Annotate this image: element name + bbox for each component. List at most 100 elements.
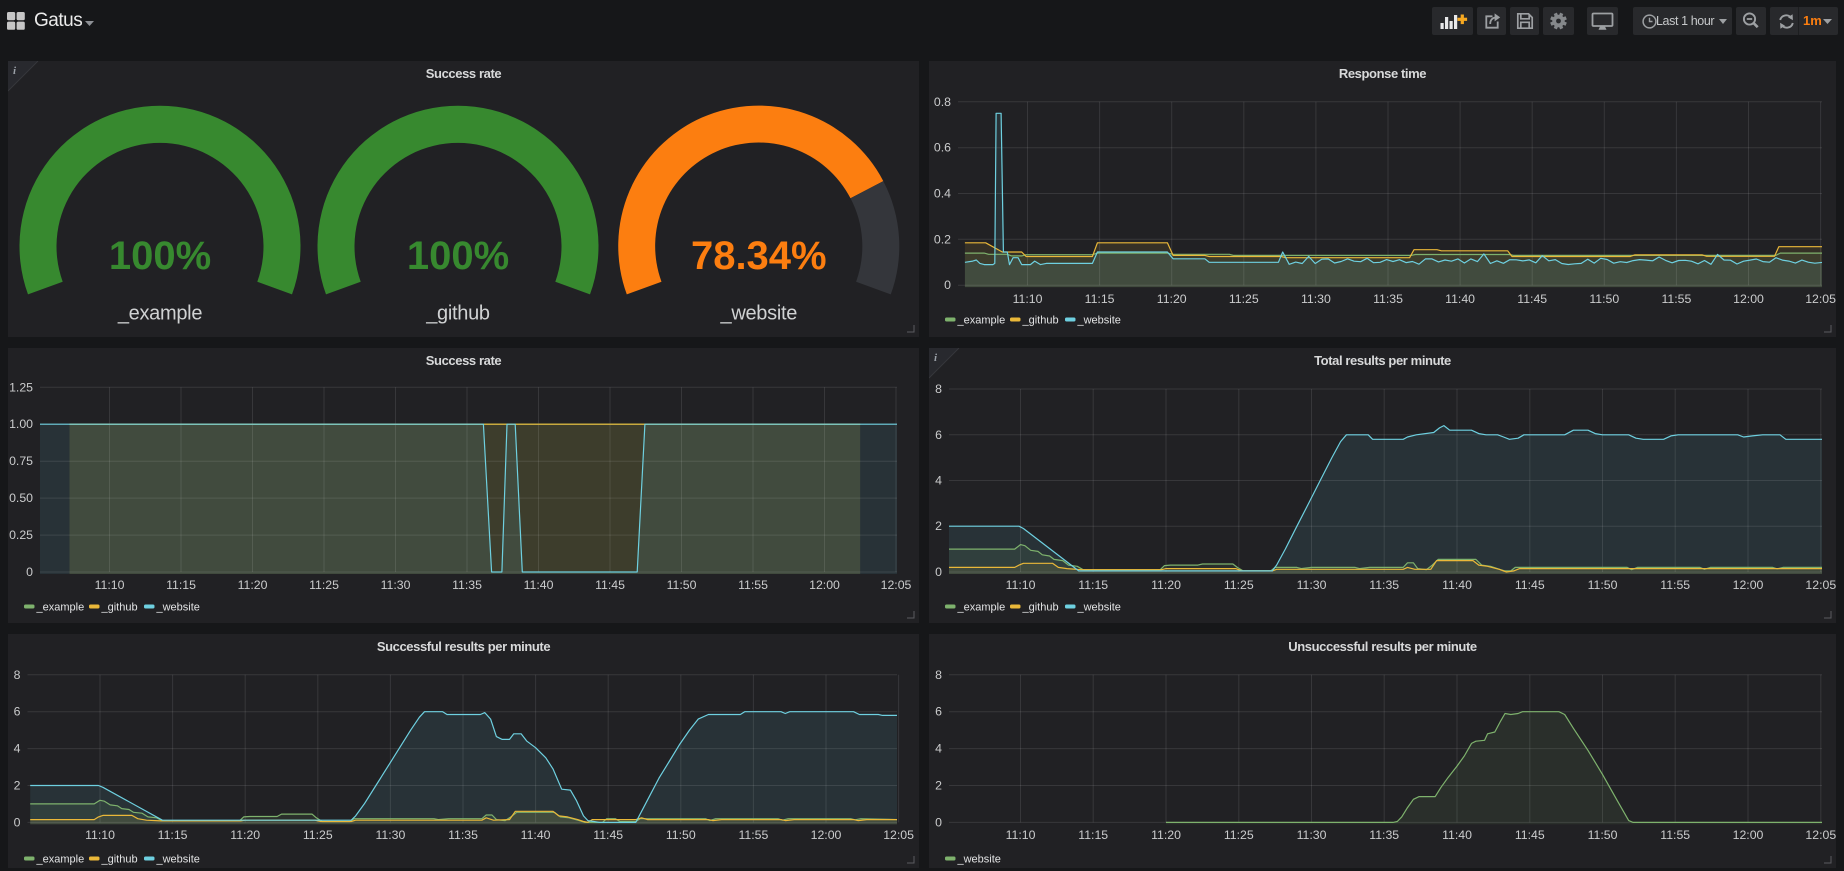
svg-text:11:20: 11:20 <box>1151 578 1181 592</box>
svg-text:11:35: 11:35 <box>1373 292 1403 306</box>
svg-text:_example: _example <box>36 854 85 866</box>
svg-text:11:45: 11:45 <box>595 578 625 592</box>
svg-text:11:35: 11:35 <box>1369 578 1399 592</box>
svg-text:_example: _example <box>957 602 1006 614</box>
svg-text:2: 2 <box>935 519 942 533</box>
svg-text:0: 0 <box>14 815 21 829</box>
svg-text:12:05: 12:05 <box>883 828 914 842</box>
svg-text:11:35: 11:35 <box>448 828 478 842</box>
svg-text:0.6: 0.6 <box>934 141 951 155</box>
svg-text:1.00: 1.00 <box>9 417 33 431</box>
svg-text:_github: _github <box>101 854 138 866</box>
svg-text:_website: _website <box>720 303 798 325</box>
svg-text:12:05: 12:05 <box>881 578 912 592</box>
svg-text:11:15: 11:15 <box>1078 828 1108 842</box>
svg-text:_github: _github <box>425 303 490 325</box>
svg-text:0.8: 0.8 <box>934 95 951 109</box>
svg-text:11:10: 11:10 <box>95 578 125 592</box>
svg-text:_example: _example <box>117 303 202 325</box>
svg-text:11:50: 11:50 <box>1589 292 1619 306</box>
svg-text:_example: _example <box>957 315 1006 327</box>
svg-text:11:45: 11:45 <box>1515 578 1545 592</box>
svg-text:12:00: 12:00 <box>1733 578 1764 592</box>
svg-text:11:25: 11:25 <box>1229 292 1259 306</box>
svg-text:11:15: 11:15 <box>1078 578 1108 592</box>
svg-text:0.4: 0.4 <box>934 187 951 201</box>
svg-text:11:30: 11:30 <box>1297 578 1327 592</box>
svg-text:6: 6 <box>14 705 21 719</box>
svg-text:11:20: 11:20 <box>1157 292 1187 306</box>
svg-text:11:30: 11:30 <box>375 828 405 842</box>
svg-text:78.34%: 78.34% <box>691 234 827 278</box>
svg-text:11:55: 11:55 <box>738 578 768 592</box>
svg-text:11:45: 11:45 <box>593 828 623 842</box>
svg-text:8: 8 <box>935 382 942 396</box>
svg-text:11:10: 11:10 <box>1006 828 1036 842</box>
svg-text:11:40: 11:40 <box>1442 828 1472 842</box>
svg-text:0: 0 <box>26 565 33 579</box>
svg-text:1.25: 1.25 <box>9 380 33 394</box>
svg-text:11:50: 11:50 <box>667 578 697 592</box>
svg-text:8: 8 <box>935 668 942 682</box>
svg-text:12:05: 12:05 <box>1805 578 1836 592</box>
svg-text:_website: _website <box>1077 315 1121 327</box>
svg-text:2: 2 <box>14 779 21 793</box>
svg-text:11:15: 11:15 <box>166 578 196 592</box>
svg-text:11:30: 11:30 <box>381 578 411 592</box>
svg-text:11:40: 11:40 <box>1442 578 1472 592</box>
svg-text:_example: _example <box>36 602 85 614</box>
svg-text:6: 6 <box>935 428 942 442</box>
svg-text:0: 0 <box>944 278 951 292</box>
svg-text:11:40: 11:40 <box>1445 292 1475 306</box>
svg-text:_website: _website <box>156 602 200 614</box>
svg-text:_github: _github <box>1022 315 1059 327</box>
svg-text:11:15: 11:15 <box>1085 292 1115 306</box>
svg-text:11:45: 11:45 <box>1515 828 1545 842</box>
svg-text:0: 0 <box>935 565 942 579</box>
svg-text:11:20: 11:20 <box>1151 828 1181 842</box>
svg-text:11:10: 11:10 <box>85 828 115 842</box>
svg-text:_website: _website <box>1077 602 1121 614</box>
svg-text:11:50: 11:50 <box>1588 578 1618 592</box>
svg-text:8: 8 <box>14 668 21 682</box>
svg-text:0: 0 <box>935 815 942 829</box>
svg-text:4: 4 <box>935 474 942 488</box>
svg-text:11:20: 11:20 <box>230 828 260 842</box>
svg-text:12:05: 12:05 <box>1805 292 1836 306</box>
svg-text:11:15: 11:15 <box>158 828 188 842</box>
svg-text:11:45: 11:45 <box>1517 292 1547 306</box>
svg-text:100%: 100% <box>109 234 211 278</box>
svg-text:_website: _website <box>957 854 1001 866</box>
svg-text:11:30: 11:30 <box>1301 292 1331 306</box>
svg-text:11:20: 11:20 <box>238 578 268 592</box>
svg-text:12:00: 12:00 <box>809 578 840 592</box>
svg-text:11:30: 11:30 <box>1297 828 1327 842</box>
svg-text:11:40: 11:40 <box>524 578 554 592</box>
svg-text:11:25: 11:25 <box>303 828 333 842</box>
svg-text:12:05: 12:05 <box>1805 828 1836 842</box>
svg-text:11:55: 11:55 <box>738 828 768 842</box>
svg-text:11:40: 11:40 <box>521 828 551 842</box>
svg-text:11:25: 11:25 <box>1224 578 1254 592</box>
svg-text:4: 4 <box>14 742 21 756</box>
svg-text:0.2: 0.2 <box>934 232 951 246</box>
svg-text:11:50: 11:50 <box>666 828 696 842</box>
svg-text:11:55: 11:55 <box>1660 578 1690 592</box>
svg-text:_website: _website <box>156 854 200 866</box>
svg-text:12:00: 12:00 <box>811 828 842 842</box>
svg-text:11:10: 11:10 <box>1006 578 1036 592</box>
svg-text:_github: _github <box>101 602 138 614</box>
svg-text:6: 6 <box>935 705 942 719</box>
svg-text:0.75: 0.75 <box>9 454 33 468</box>
svg-text:11:25: 11:25 <box>309 578 339 592</box>
svg-text:_github: _github <box>1022 602 1059 614</box>
svg-text:11:10: 11:10 <box>1013 292 1043 306</box>
svg-text:4: 4 <box>935 742 942 756</box>
svg-text:11:55: 11:55 <box>1660 828 1690 842</box>
svg-text:11:50: 11:50 <box>1588 828 1618 842</box>
svg-text:0.50: 0.50 <box>9 491 33 505</box>
svg-text:2: 2 <box>935 779 942 793</box>
svg-text:11:35: 11:35 <box>1369 828 1399 842</box>
svg-text:12:00: 12:00 <box>1733 292 1764 306</box>
svg-text:11:35: 11:35 <box>452 578 482 592</box>
